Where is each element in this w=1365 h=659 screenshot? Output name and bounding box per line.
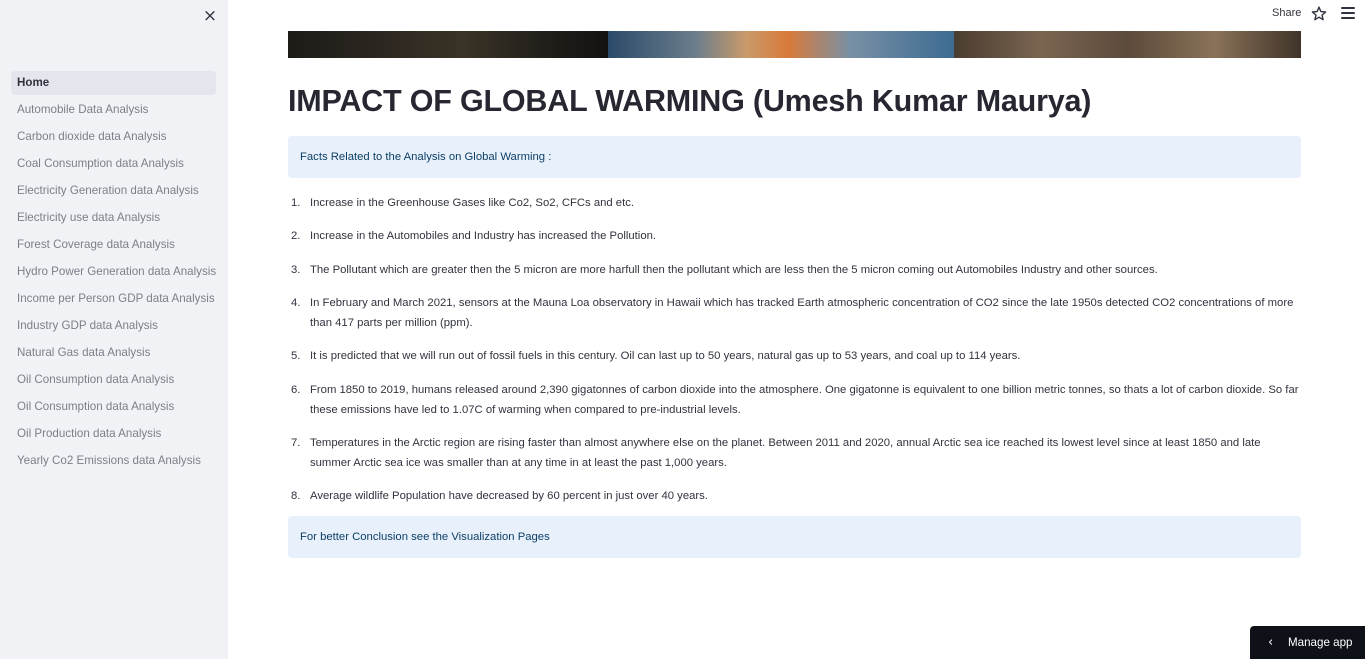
- sidebar-item-oil-consumption-2[interactable]: Oil Consumption data Analysis: [11, 395, 216, 422]
- banner-image-left: [288, 31, 608, 58]
- chevron-left-icon: ‹: [1268, 635, 1274, 650]
- sidebar-item-hydro-power[interactable]: Hydro Power Generation data Analysis: [11, 260, 216, 287]
- list-item-text: Increase in the Greenhouse Gases like Co…: [310, 197, 635, 209]
- share-button[interactable]: Share: [1272, 7, 1301, 19]
- list-item-number: 6.: [291, 384, 301, 396]
- list-item-number: 3.: [291, 264, 301, 276]
- list-item-text: It is predicted that we will run out of …: [310, 350, 1021, 362]
- close-icon[interactable]: ×: [201, 7, 219, 25]
- sidebar-item-oil-consumption[interactable]: Oil Consumption data Analysis: [11, 368, 216, 395]
- list-item: 8. Average wildlife Population have decr…: [288, 486, 1301, 506]
- sidebar-item-home[interactable]: Home: [11, 71, 216, 95]
- list-item-text: The Pollutant which are greater then the…: [310, 264, 1158, 276]
- banner-image-middle: [608, 31, 954, 58]
- list-item-text: In February and March 2021, sensors at t…: [310, 297, 1294, 329]
- list-item-number: 8.: [291, 490, 301, 502]
- sidebar-item-carbon-dioxide[interactable]: Carbon dioxide data Analysis: [11, 125, 216, 152]
- page-title: IMPACT OF GLOBAL WARMING (Umesh Kumar Ma…: [288, 84, 1092, 118]
- facts-list: 1. Increase in the Greenhouse Gases like…: [288, 193, 1301, 506]
- list-item: 4. In February and March 2021, sensors a…: [288, 293, 1301, 333]
- banner-image: [288, 31, 1301, 58]
- sidebar-item-natural-gas[interactable]: Natural Gas data Analysis: [11, 341, 216, 368]
- sidebar-item-electricity-generation[interactable]: Electricity Generation data Analysis: [11, 179, 216, 206]
- banner-image-right: [954, 31, 1301, 58]
- sidebar-item-industry-gdp[interactable]: Industry GDP data Analysis: [11, 314, 216, 341]
- manage-app-label: Manage app: [1288, 636, 1353, 649]
- star-icon[interactable]: [1311, 5, 1327, 23]
- info-box-facts-heading: Facts Related to the Analysis on Global …: [288, 136, 1301, 178]
- list-item: 2. Increase in the Automobiles and Indus…: [288, 226, 1301, 246]
- hamburger-menu-icon[interactable]: [1341, 7, 1355, 21]
- list-item-text: Average wildlife Population have decreas…: [310, 490, 708, 502]
- list-item-text: Increase in the Automobiles and Industry…: [310, 230, 657, 242]
- sidebar-item-oil-production[interactable]: Oil Production data Analysis: [11, 422, 216, 449]
- sidebar-item-income-gdp[interactable]: Income per Person GDP data Analysis: [11, 287, 216, 314]
- list-item-number: 2.: [291, 230, 301, 242]
- list-item-number: 7.: [291, 437, 301, 449]
- info-box-conclusion: For better Conclusion see the Visualizat…: [288, 516, 1301, 558]
- manage-app-button[interactable]: ‹ Manage app: [1250, 626, 1365, 659]
- sidebar-item-automobile[interactable]: Automobile Data Analysis: [11, 98, 216, 125]
- list-item: 3. The Pollutant which are greater then …: [288, 260, 1301, 280]
- list-item: 1. Increase in the Greenhouse Gases like…: [288, 193, 1301, 213]
- list-item-number: 1.: [291, 197, 301, 209]
- list-item: 6. From 1850 to 2019, humans released ar…: [288, 380, 1301, 420]
- list-item-number: 4.: [291, 297, 301, 309]
- list-item: 7. Temperatures in the Arctic region are…: [288, 433, 1301, 473]
- list-item: 5. It is predicted that we will run out …: [288, 346, 1301, 366]
- sidebar: × Home Automobile Data Analysis Carbon d…: [0, 0, 228, 659]
- list-item-number: 5.: [291, 350, 301, 362]
- list-item-text: From 1850 to 2019, humans released aroun…: [310, 384, 1299, 416]
- sidebar-item-yearly-co2[interactable]: Yearly Co2 Emissions data Analysis: [11, 449, 216, 476]
- list-item-text: Temperatures in the Arctic region are ri…: [310, 437, 1261, 469]
- sidebar-item-coal-consumption[interactable]: Coal Consumption data Analysis: [11, 152, 216, 179]
- sidebar-item-forest-coverage[interactable]: Forest Coverage data Analysis: [11, 233, 216, 260]
- sidebar-item-electricity-use[interactable]: Electricity use data Analysis: [11, 206, 216, 233]
- sidebar-nav: Home Automobile Data Analysis Carbon dio…: [11, 71, 216, 476]
